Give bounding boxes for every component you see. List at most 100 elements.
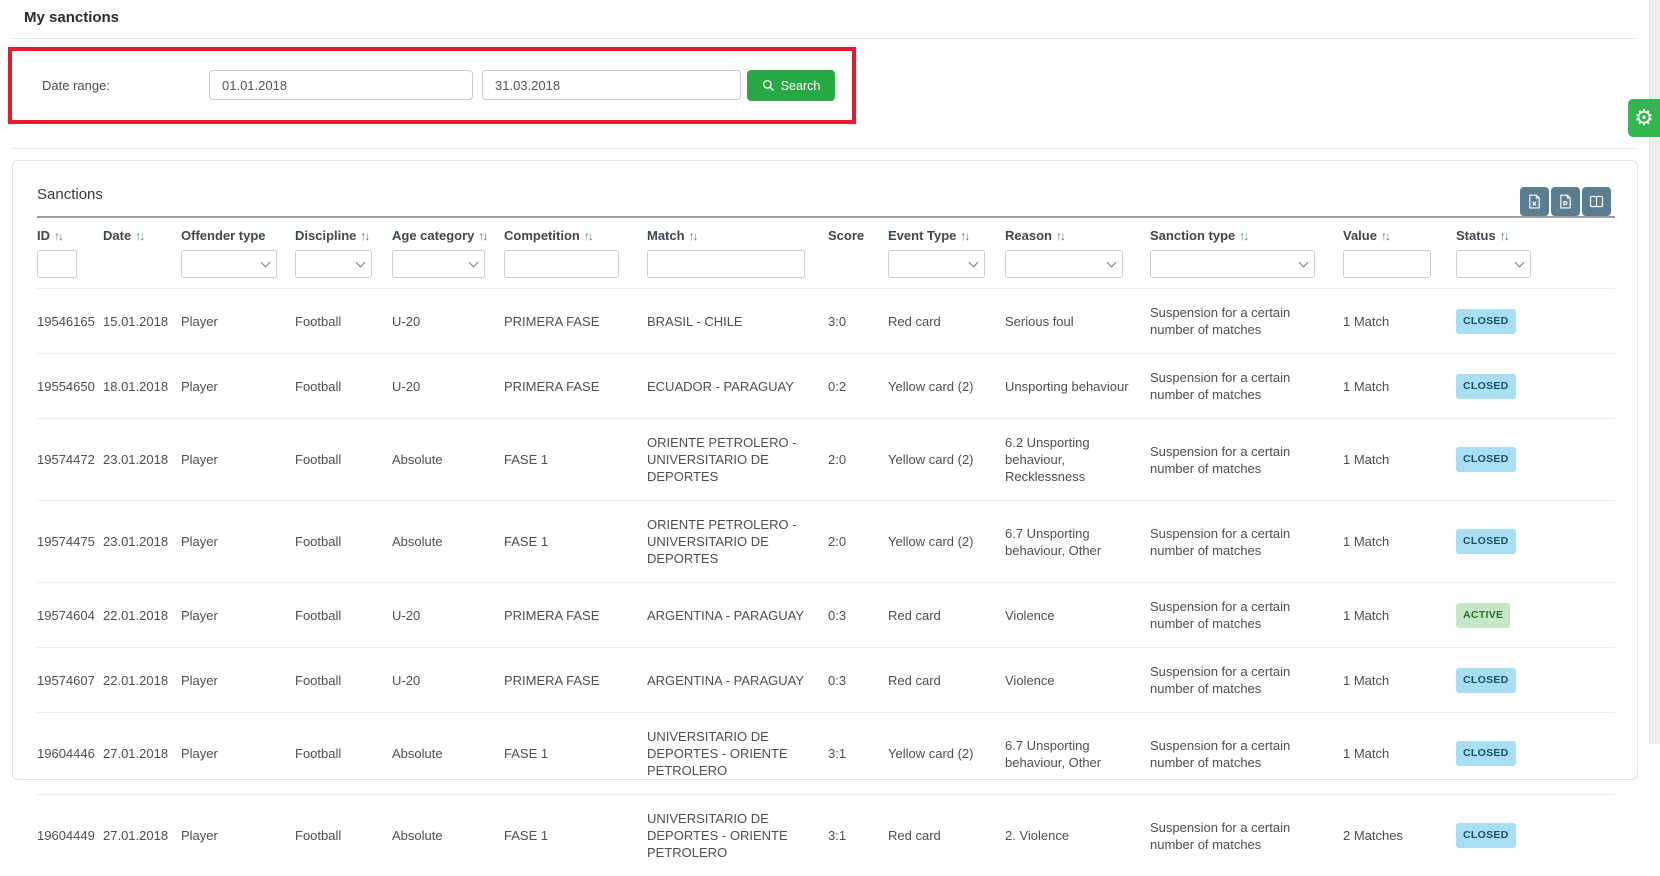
column-label: Offender type — [181, 228, 266, 243]
cell-offender_type: Player — [181, 648, 295, 713]
cell-competition: PRIMERA FASE — [504, 648, 647, 713]
cell-score: 2:0 — [828, 501, 888, 583]
filter-input-value[interactable] — [1343, 250, 1431, 278]
export-excel-button[interactable] — [1520, 187, 1549, 216]
status-badge: CLOSED — [1456, 823, 1516, 848]
filter-cell-id — [37, 248, 103, 289]
cell-reason: 6.7 Unsporting behaviour, Other — [1005, 713, 1150, 795]
cell-event_type: Red card — [888, 648, 1005, 713]
filter-input-match[interactable] — [647, 250, 805, 278]
column-header-date[interactable]: Date ↑↓ — [103, 217, 181, 248]
sort-icon[interactable]: ↑↓ — [478, 229, 486, 243]
divider — [12, 38, 1637, 39]
cell-event_type: Yellow card (2) — [888, 501, 1005, 583]
sort-icon[interactable]: ↑↓ — [135, 229, 143, 243]
cell-status: ACTIVE — [1456, 583, 1615, 648]
filter-input-id[interactable] — [37, 250, 77, 278]
filter-select-wrap — [1456, 250, 1531, 278]
cell-match: ECUADOR - PARAGUAY — [647, 354, 828, 419]
export-pdf-button[interactable] — [1551, 187, 1580, 216]
export-toolbar — [1520, 187, 1611, 216]
cell-status: CLOSED — [1456, 713, 1615, 795]
filter-select-reason[interactable] — [1005, 250, 1123, 278]
column-header-sanction_type[interactable]: Sanction type ↑↓ — [1150, 217, 1343, 248]
sort-icon[interactable]: ↑↓ — [584, 229, 592, 243]
column-label: Sanction type — [1150, 228, 1235, 243]
settings-button[interactable]: ⚙ — [1628, 99, 1660, 137]
filter-select-offender_type[interactable] — [181, 250, 277, 278]
column-header-id[interactable]: ID↑↓ — [37, 217, 103, 248]
cell-sanction_type: Suspension for a certain number of match… — [1150, 648, 1343, 713]
filter-cell-sanction_type — [1150, 248, 1343, 289]
sort-icon[interactable]: ↑↓ — [1056, 229, 1064, 243]
page-title: My sanctions — [24, 9, 119, 26]
filter-cell-discipline — [295, 248, 392, 289]
filter-select-wrap — [392, 250, 485, 278]
status-badge: ACTIVE — [1456, 603, 1510, 628]
cell-value: 2 Matches — [1343, 795, 1456, 876]
cell-competition: FASE 1 — [504, 795, 647, 876]
cell-id: 19604446 — [37, 713, 103, 795]
status-badge: CLOSED — [1456, 447, 1516, 472]
column-header-reason[interactable]: Reason↑↓ — [1005, 217, 1150, 248]
table-row: 1957460722.01.2018PlayerFootballU-20PRIM… — [37, 648, 1615, 713]
cell-date: 27.01.2018 — [103, 795, 181, 876]
cell-event_type: Yellow card (2) — [888, 354, 1005, 419]
cell-reason: Serious foul — [1005, 289, 1150, 354]
filter-select-age_category[interactable] — [392, 250, 485, 278]
column-label: Date — [103, 228, 131, 243]
sort-icon[interactable]: ↑↓ — [1500, 229, 1508, 243]
status-badge: CLOSED — [1456, 668, 1516, 693]
filter-cell-reason — [1005, 248, 1150, 289]
filter-cell-event_type — [888, 248, 1005, 289]
sort-icon[interactable]: ↑↓ — [360, 229, 368, 243]
sort-icon[interactable]: ↑↓ — [1381, 229, 1389, 243]
column-header-event_type[interactable]: Event Type↑↓ — [888, 217, 1005, 248]
cell-offender_type: Player — [181, 419, 295, 501]
column-settings-button[interactable] — [1582, 187, 1611, 216]
cell-value: 1 Match — [1343, 501, 1456, 583]
column-label: Score — [828, 228, 864, 243]
filter-select-sanction_type[interactable] — [1150, 250, 1315, 278]
sort-icon[interactable]: ↑↓ — [54, 229, 62, 243]
cell-age_category: U-20 — [392, 354, 504, 419]
sort-icon[interactable]: ↑↓ — [1239, 229, 1247, 243]
search-button[interactable]: Search — [747, 70, 835, 101]
cell-sanction_type: Suspension for a certain number of match… — [1150, 354, 1343, 419]
filter-select-event_type[interactable] — [888, 250, 985, 278]
cell-reason: Unsporting behaviour — [1005, 354, 1150, 419]
cell-discipline: Football — [295, 583, 392, 648]
column-header-discipline[interactable]: Discipline↑↓ — [295, 217, 392, 248]
cell-event_type: Yellow card (2) — [888, 713, 1005, 795]
table-row: 1955465018.01.2018PlayerFootballU-20PRIM… — [37, 354, 1615, 419]
filter-cell-status — [1456, 248, 1615, 289]
filter-cell-match — [647, 248, 828, 289]
filter-select-status[interactable] — [1456, 250, 1531, 278]
search-icon — [762, 79, 775, 92]
sort-icon[interactable]: ↑↓ — [960, 229, 968, 243]
sort-icon[interactable]: ↑↓ — [689, 229, 697, 243]
cell-sanction_type: Suspension for a certain number of match… — [1150, 289, 1343, 354]
cell-match: ORIENTE PETROLERO - UNIVERSITARIO DE DEP… — [647, 419, 828, 501]
filter-select-discipline[interactable] — [295, 250, 372, 278]
column-header-offender_type: Offender type — [181, 217, 295, 248]
cell-age_category: Absolute — [392, 795, 504, 876]
cell-score: 3:1 — [828, 795, 888, 876]
column-header-age_category[interactable]: Age category↑↓ — [392, 217, 504, 248]
cell-sanction_type: Suspension for a certain number of match… — [1150, 713, 1343, 795]
cell-sanction_type: Suspension for a certain number of match… — [1150, 501, 1343, 583]
search-button-label: Search — [781, 79, 821, 93]
filter-input-competition[interactable] — [504, 250, 619, 278]
date-from-input[interactable] — [209, 70, 473, 100]
column-header-match[interactable]: Match↑↓ — [647, 217, 828, 248]
cell-event_type: Red card — [888, 795, 1005, 876]
status-badge: CLOSED — [1456, 309, 1516, 334]
table-wrapper: ID↑↓Date ↑↓ Offender type Discipline↑↓Age c… — [37, 216, 1615, 876]
column-header-status[interactable]: Status ↑↓ — [1456, 217, 1615, 248]
date-to-input[interactable] — [482, 70, 741, 100]
cell-date: 27.01.2018 — [103, 713, 181, 795]
column-label: Status — [1456, 228, 1496, 243]
column-header-value[interactable]: Value↑↓ — [1343, 217, 1456, 248]
cell-offender_type: Player — [181, 289, 295, 354]
column-header-competition[interactable]: Competition↑↓ — [504, 217, 647, 248]
